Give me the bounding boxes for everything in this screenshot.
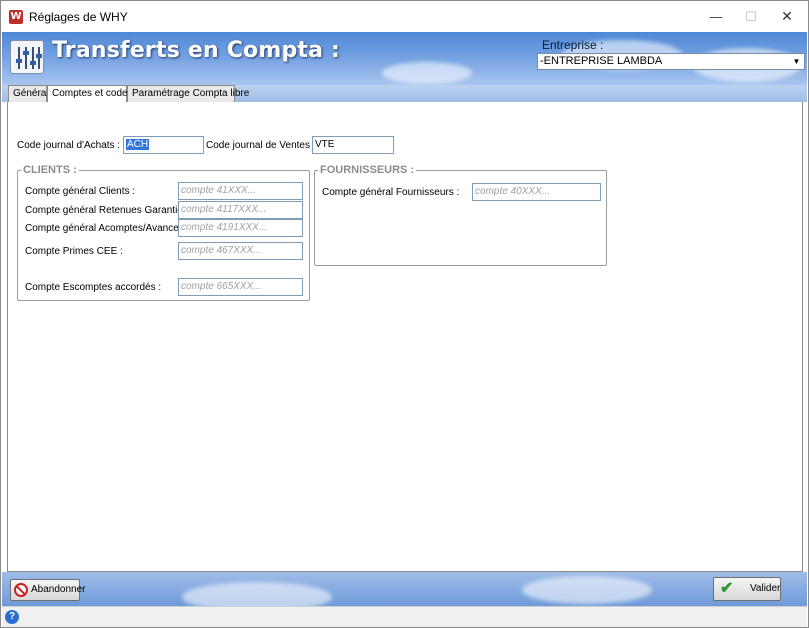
compte-primes-cee-label: Compte Primes CEE : <box>25 246 123 257</box>
compte-acomptes-avances-label: Compte général Acomptes/Avances : <box>25 223 190 234</box>
tab-strip: Général Comptes et codes Paramétrage Com… <box>2 85 807 103</box>
abandon-button-label: Abandonner <box>31 584 86 595</box>
tab-general[interactable]: Général <box>8 85 49 102</box>
compte-escomptes-input[interactable]: compte 665XXX... <box>178 278 303 296</box>
cloud-decoration <box>522 576 652 604</box>
compte-clients-input[interactable]: compte 41XXX... <box>178 182 303 200</box>
clients-group: CLIENTS : Compte général Clients : compt… <box>17 164 310 301</box>
help-icon[interactable]: ? <box>5 610 19 624</box>
ventes-journal-input[interactable]: VTE <box>312 136 394 154</box>
ventes-journal-value: VTE <box>315 139 335 150</box>
fournisseurs-group-title: FOURNISSEURS : <box>318 164 417 176</box>
settings-window: W Réglages de WHY — ☐ ✕ Transferts en Co… <box>0 0 809 628</box>
close-button[interactable]: ✕ <box>764 1 808 32</box>
sliders-settings-icon <box>10 40 44 74</box>
checkmark-icon: ✔ <box>720 580 734 597</box>
tab-comptes-et-codes[interactable]: Comptes et codes <box>47 85 133 103</box>
compte-fournisseurs-input[interactable]: compte 40XXX... <box>472 183 601 201</box>
valider-button[interactable]: ✔ Valider <box>713 577 781 601</box>
entreprise-label: Entreprise : <box>542 38 604 52</box>
footer-bar: Abandonner ✔ Valider <box>2 572 807 606</box>
compte-clients-label: Compte général Clients : <box>25 186 136 197</box>
valider-button-label: Valider <box>750 583 781 594</box>
clients-group-title: CLIENTS : <box>21 164 79 176</box>
achats-journal-input[interactable]: ACH <box>123 136 204 154</box>
compte-retenues-garantie-label: Compte général Retenues Garantie : <box>25 205 189 216</box>
ventes-journal-label: Code journal de Ventes : <box>206 140 316 151</box>
title-bar: W Réglages de WHY — ☐ ✕ <box>1 1 808 32</box>
compte-fournisseurs-label: Compte général Fournisseurs : <box>322 187 460 198</box>
cloud-decoration <box>182 582 332 606</box>
page-header: Transferts en Compta : Entreprise : -ENT… <box>2 32 807 85</box>
compte-escomptes-label: Compte Escomptes accordés : <box>25 282 162 293</box>
entreprise-selected-value: -ENTREPRISE LAMBDA <box>540 55 663 67</box>
entreprise-select[interactable]: -ENTREPRISE LAMBDA ▼ <box>537 53 805 70</box>
tab-content: Code journal d'Achats : ACH Code journal… <box>7 102 803 572</box>
fournisseurs-group: FOURNISSEURS : Compte général Fournisseu… <box>314 164 607 266</box>
compte-retenues-garantie-input[interactable]: compte 4117XXX... <box>178 201 303 219</box>
cloud-decoration <box>382 62 472 84</box>
cancel-icon <box>14 583 28 597</box>
abandon-button[interactable]: Abandonner <box>10 579 86 601</box>
chevron-down-icon[interactable]: ▼ <box>791 56 802 67</box>
achats-journal-label: Code journal d'Achats : <box>17 140 121 151</box>
compte-acomptes-avances-input[interactable]: compte 4191XXX... <box>178 219 303 237</box>
page-title: Transferts en Compta : <box>52 38 341 63</box>
window-title: Réglages de WHY <box>29 10 128 24</box>
achats-journal-value: ACH <box>126 139 150 150</box>
compte-primes-cee-input[interactable]: compte 467XXX... <box>178 242 303 260</box>
tab-parametrage-compta-libre[interactable]: Paramétrage Compta libre <box>127 85 249 102</box>
app-logo-icon: W <box>9 10 23 24</box>
status-bar: ? <box>2 606 807 627</box>
